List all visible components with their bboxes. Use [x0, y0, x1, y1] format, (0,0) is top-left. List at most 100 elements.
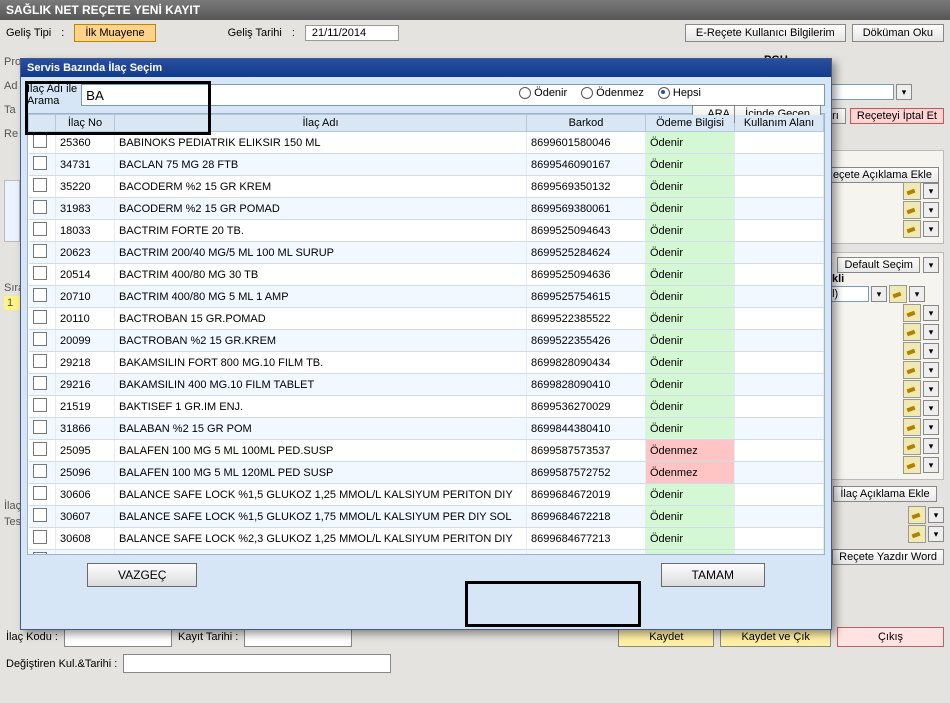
dropdown-icon[interactable]: ▾: [909, 286, 925, 302]
dropdown-icon[interactable]: ▾: [923, 457, 939, 473]
row-checkbox[interactable]: [33, 398, 47, 412]
table-row[interactable]: 20710BACTRIM 400/80 MG 5 ML 1 AMP8699525…: [29, 286, 824, 308]
row-checkbox[interactable]: [33, 266, 47, 280]
dropdown-icon[interactable]: ▾: [923, 400, 939, 416]
receteyi-iptal-button[interactable]: Reçeteyi İptal Et: [850, 108, 944, 124]
dropdown-icon[interactable]: ▾: [923, 362, 939, 378]
table-row[interactable]: 25095BALAFEN 100 MG 5 ML 100ML PED.SUSP8…: [29, 440, 824, 462]
row-checkbox[interactable]: [33, 486, 47, 500]
vazgec-button[interactable]: VAZGEÇ: [87, 563, 197, 587]
cikis-button[interactable]: Çıkış: [837, 627, 944, 647]
gelis-tarihi-value[interactable]: 21/11/2014: [305, 25, 399, 41]
dropdown-icon[interactable]: ▾: [923, 221, 939, 237]
dropdown-icon[interactable]: ▾: [923, 305, 939, 321]
pencil-icon[interactable]: [903, 399, 921, 417]
pencil-icon[interactable]: [903, 220, 921, 238]
col-odeme[interactable]: Ödeme Bilgisi: [646, 115, 735, 132]
dokuman-oku-button[interactable]: Döküman Oku: [852, 24, 944, 42]
cell-odeme: Ödenir: [646, 330, 735, 352]
radio-hepsi[interactable]: Hepsi: [658, 87, 701, 99]
col-kullanim[interactable]: Kullanım Alanı: [735, 115, 824, 132]
row-checkbox[interactable]: [33, 310, 47, 324]
dropdown-icon[interactable]: ▾: [923, 257, 939, 273]
row-checkbox[interactable]: [33, 134, 47, 148]
default-secim-button[interactable]: Default Seçim: [837, 257, 919, 273]
col-barkod[interactable]: Barkod: [527, 115, 646, 132]
pencil-icon[interactable]: [903, 437, 921, 455]
radio-odenmez[interactable]: Ödenmez: [581, 87, 644, 99]
dropdown-icon[interactable]: ▾: [923, 381, 939, 397]
row-checkbox[interactable]: [33, 420, 47, 434]
row-checkbox[interactable]: [33, 332, 47, 346]
dropdown-icon[interactable]: ▾: [923, 202, 939, 218]
table-row[interactable]: 25096BALAFEN 100 MG 5 ML 120ML PED SUSP8…: [29, 462, 824, 484]
dropdown-icon[interactable]: ▾: [923, 438, 939, 454]
degistiren-input[interactable]: [123, 654, 391, 673]
cell-ilacno: 21519: [56, 396, 115, 418]
window-title: SAĞLIK NET REÇETE YENİ KAYIT: [0, 0, 950, 20]
dropdown-icon[interactable]: ▾: [871, 286, 887, 302]
table-row[interactable]: 29218BAKAMSILIN FORT 800 MG.10 FILM TB.8…: [29, 352, 824, 374]
kaydet-button[interactable]: Kaydet: [618, 627, 714, 647]
table-row[interactable]: 18033BACTRIM FORTE 20 TB.8699525094643Öd…: [29, 220, 824, 242]
dropdown-icon[interactable]: ▾: [928, 507, 944, 523]
kayit-tarihi-input[interactable]: [244, 628, 352, 647]
erecete-bilgilerim-button[interactable]: E-Reçete Kullanıcı Bilgilerim: [685, 24, 846, 42]
ilk-muayene-button[interactable]: İlk Muayene: [74, 24, 155, 42]
row-checkbox[interactable]: [33, 244, 47, 258]
pencil-icon[interactable]: [903, 342, 921, 360]
table-row[interactable]: 20514BACTRIM 400/80 MG 30 TB869952509463…: [29, 264, 824, 286]
kaydet-cik-button[interactable]: Kaydet ve Çık: [720, 627, 830, 647]
pencil-icon[interactable]: [908, 506, 926, 524]
pencil-icon[interactable]: [903, 361, 921, 379]
ilac-list[interactable]: İlaç No İlaç Adı Barkod Ödeme Bilgisi Ku…: [27, 113, 825, 555]
table-row[interactable]: 20623BACTRIM 200/40 MG/5 ML 100 ML SURUP…: [29, 242, 824, 264]
row-checkbox[interactable]: [33, 376, 47, 390]
cell-ilacno: 20514: [56, 264, 115, 286]
row-checkbox[interactable]: [33, 156, 47, 170]
row-checkbox[interactable]: [33, 178, 47, 192]
row-checkbox[interactable]: [33, 530, 47, 544]
table-row[interactable]: 30606BALANCE SAFE LOCK %1,5 GLUKOZ 1,25 …: [29, 484, 824, 506]
dropdown-icon[interactable]: ▾: [923, 324, 939, 340]
table-row[interactable]: 30608BALANCE SAFE LOCK %2,3 GLUKOZ 1,25 …: [29, 528, 824, 550]
cell-ilacno: 29218: [56, 352, 115, 374]
table-row[interactable]: 20110BACTROBAN 15 GR.POMAD8699522385522Ö…: [29, 308, 824, 330]
recete-yazdir-word-button[interactable]: Reçete Yazdır Word: [832, 549, 944, 565]
dropdown-icon[interactable]: ▾: [896, 84, 912, 100]
dropdown-icon[interactable]: ▾: [928, 526, 944, 542]
table-row[interactable]: 34731BACLAN 75 MG 28 FTB8699546090167Öde…: [29, 154, 824, 176]
pencil-icon[interactable]: [903, 182, 921, 200]
table-row[interactable]: 20099BACTROBAN %2 15 GR.KREM869952235542…: [29, 330, 824, 352]
pencil-icon[interactable]: [903, 380, 921, 398]
dropdown-icon[interactable]: ▾: [923, 343, 939, 359]
radio-odenir[interactable]: Ödenir: [519, 87, 567, 99]
row-checkbox[interactable]: [33, 464, 47, 478]
ilac-kodu-input[interactable]: [64, 628, 172, 647]
pencil-icon[interactable]: [903, 304, 921, 322]
pencil-icon[interactable]: [903, 323, 921, 341]
degistiren-label: Değiştiren Kul.&Tarihi :: [6, 658, 117, 670]
recete-aciklama-ekle-button[interactable]: Reçete Açıklama Ekle: [818, 167, 939, 183]
row-checkbox[interactable]: [33, 354, 47, 368]
pencil-icon[interactable]: [903, 201, 921, 219]
pencil-icon[interactable]: [908, 525, 926, 543]
table-row[interactable]: 35220BACODERM %2 15 GR KREM8699569350132…: [29, 176, 824, 198]
table-row[interactable]: 30607BALANCE SAFE LOCK %1,5 GLUKOZ 1,75 …: [29, 506, 824, 528]
table-row[interactable]: 31983BACODERM %2 15 GR POMAD869956938006…: [29, 198, 824, 220]
table-row[interactable]: 29216BAKAMSILIN 400 MG.10 FILM TABLET869…: [29, 374, 824, 396]
pencil-icon[interactable]: [903, 456, 921, 474]
tamam-button[interactable]: TAMAM: [661, 563, 765, 587]
row-checkbox[interactable]: [33, 288, 47, 302]
dropdown-icon[interactable]: ▾: [923, 419, 939, 435]
ilac-aciklama-ekle-button[interactable]: İlaç Açıklama Ekle: [833, 486, 936, 502]
pencil-icon[interactable]: [903, 418, 921, 436]
table-row[interactable]: 21519BAKTISEF 1 GR.IM ENJ.8699536270029Ö…: [29, 396, 824, 418]
row-checkbox[interactable]: [33, 508, 47, 522]
row-checkbox[interactable]: [33, 222, 47, 236]
row-checkbox[interactable]: [33, 200, 47, 214]
row-checkbox[interactable]: [33, 442, 47, 456]
pencil-icon[interactable]: [889, 285, 907, 303]
table-row[interactable]: 31866BALABAN %2 15 GR POM8699844380410Öd…: [29, 418, 824, 440]
dropdown-icon[interactable]: ▾: [923, 183, 939, 199]
